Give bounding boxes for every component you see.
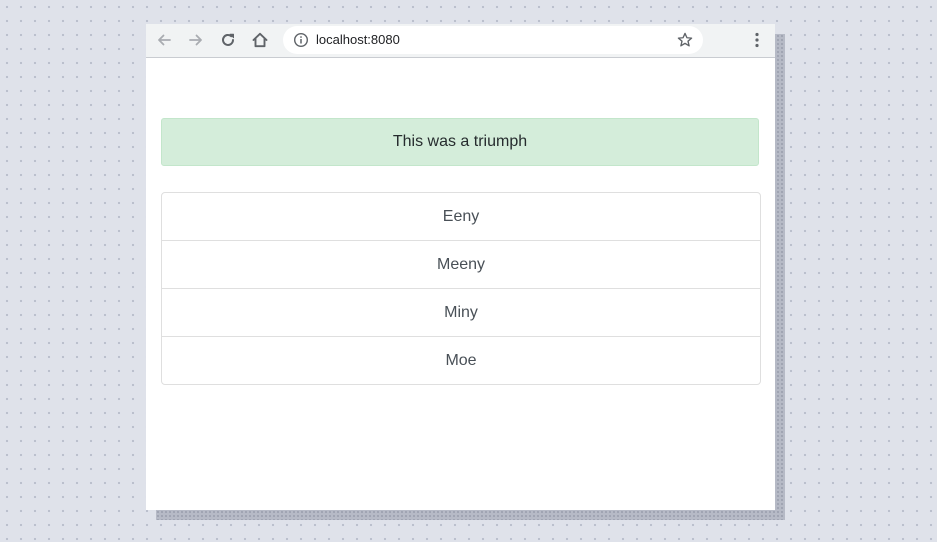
list-item[interactable]: Meeny xyxy=(161,240,761,289)
item-list: Eeny Meeny Miny Moe xyxy=(161,192,761,385)
list-item-label: Meeny xyxy=(436,255,486,273)
home-button[interactable] xyxy=(248,28,272,52)
list-item[interactable]: Miny xyxy=(161,288,761,337)
list-item-label: Moe xyxy=(445,351,477,369)
url-text[interactable]: localhost:8080 xyxy=(316,32,400,48)
page-viewport: This was a triumph Eeny Meeny Miny Moe xyxy=(146,58,775,510)
arrow-left-icon xyxy=(158,34,171,46)
reload-icon xyxy=(222,33,234,46)
home-icon xyxy=(252,32,268,48)
back-button[interactable] xyxy=(152,28,176,52)
browser-window: localhost:8080 This was a triumph Eeny M… xyxy=(146,24,775,510)
forward-button[interactable] xyxy=(184,28,208,52)
arrow-right-icon xyxy=(189,34,202,46)
list-item-label: Miny xyxy=(444,303,478,321)
success-alert: This was a triumph xyxy=(161,118,759,166)
browser-toolbar: localhost:8080 xyxy=(146,24,775,58)
address-bar[interactable]: localhost:8080 xyxy=(283,26,703,54)
list-item[interactable]: Moe xyxy=(161,336,761,385)
list-item-label: Eeny xyxy=(442,207,480,225)
list-item[interactable]: Eeny xyxy=(161,192,761,241)
browser-menu-button[interactable] xyxy=(745,28,769,52)
star-outline-icon[interactable] xyxy=(676,31,694,49)
kebab-menu-icon xyxy=(755,32,759,48)
alert-text: This was a triumph xyxy=(392,133,528,150)
reload-button[interactable] xyxy=(216,28,240,52)
info-circle-icon[interactable] xyxy=(293,32,309,48)
